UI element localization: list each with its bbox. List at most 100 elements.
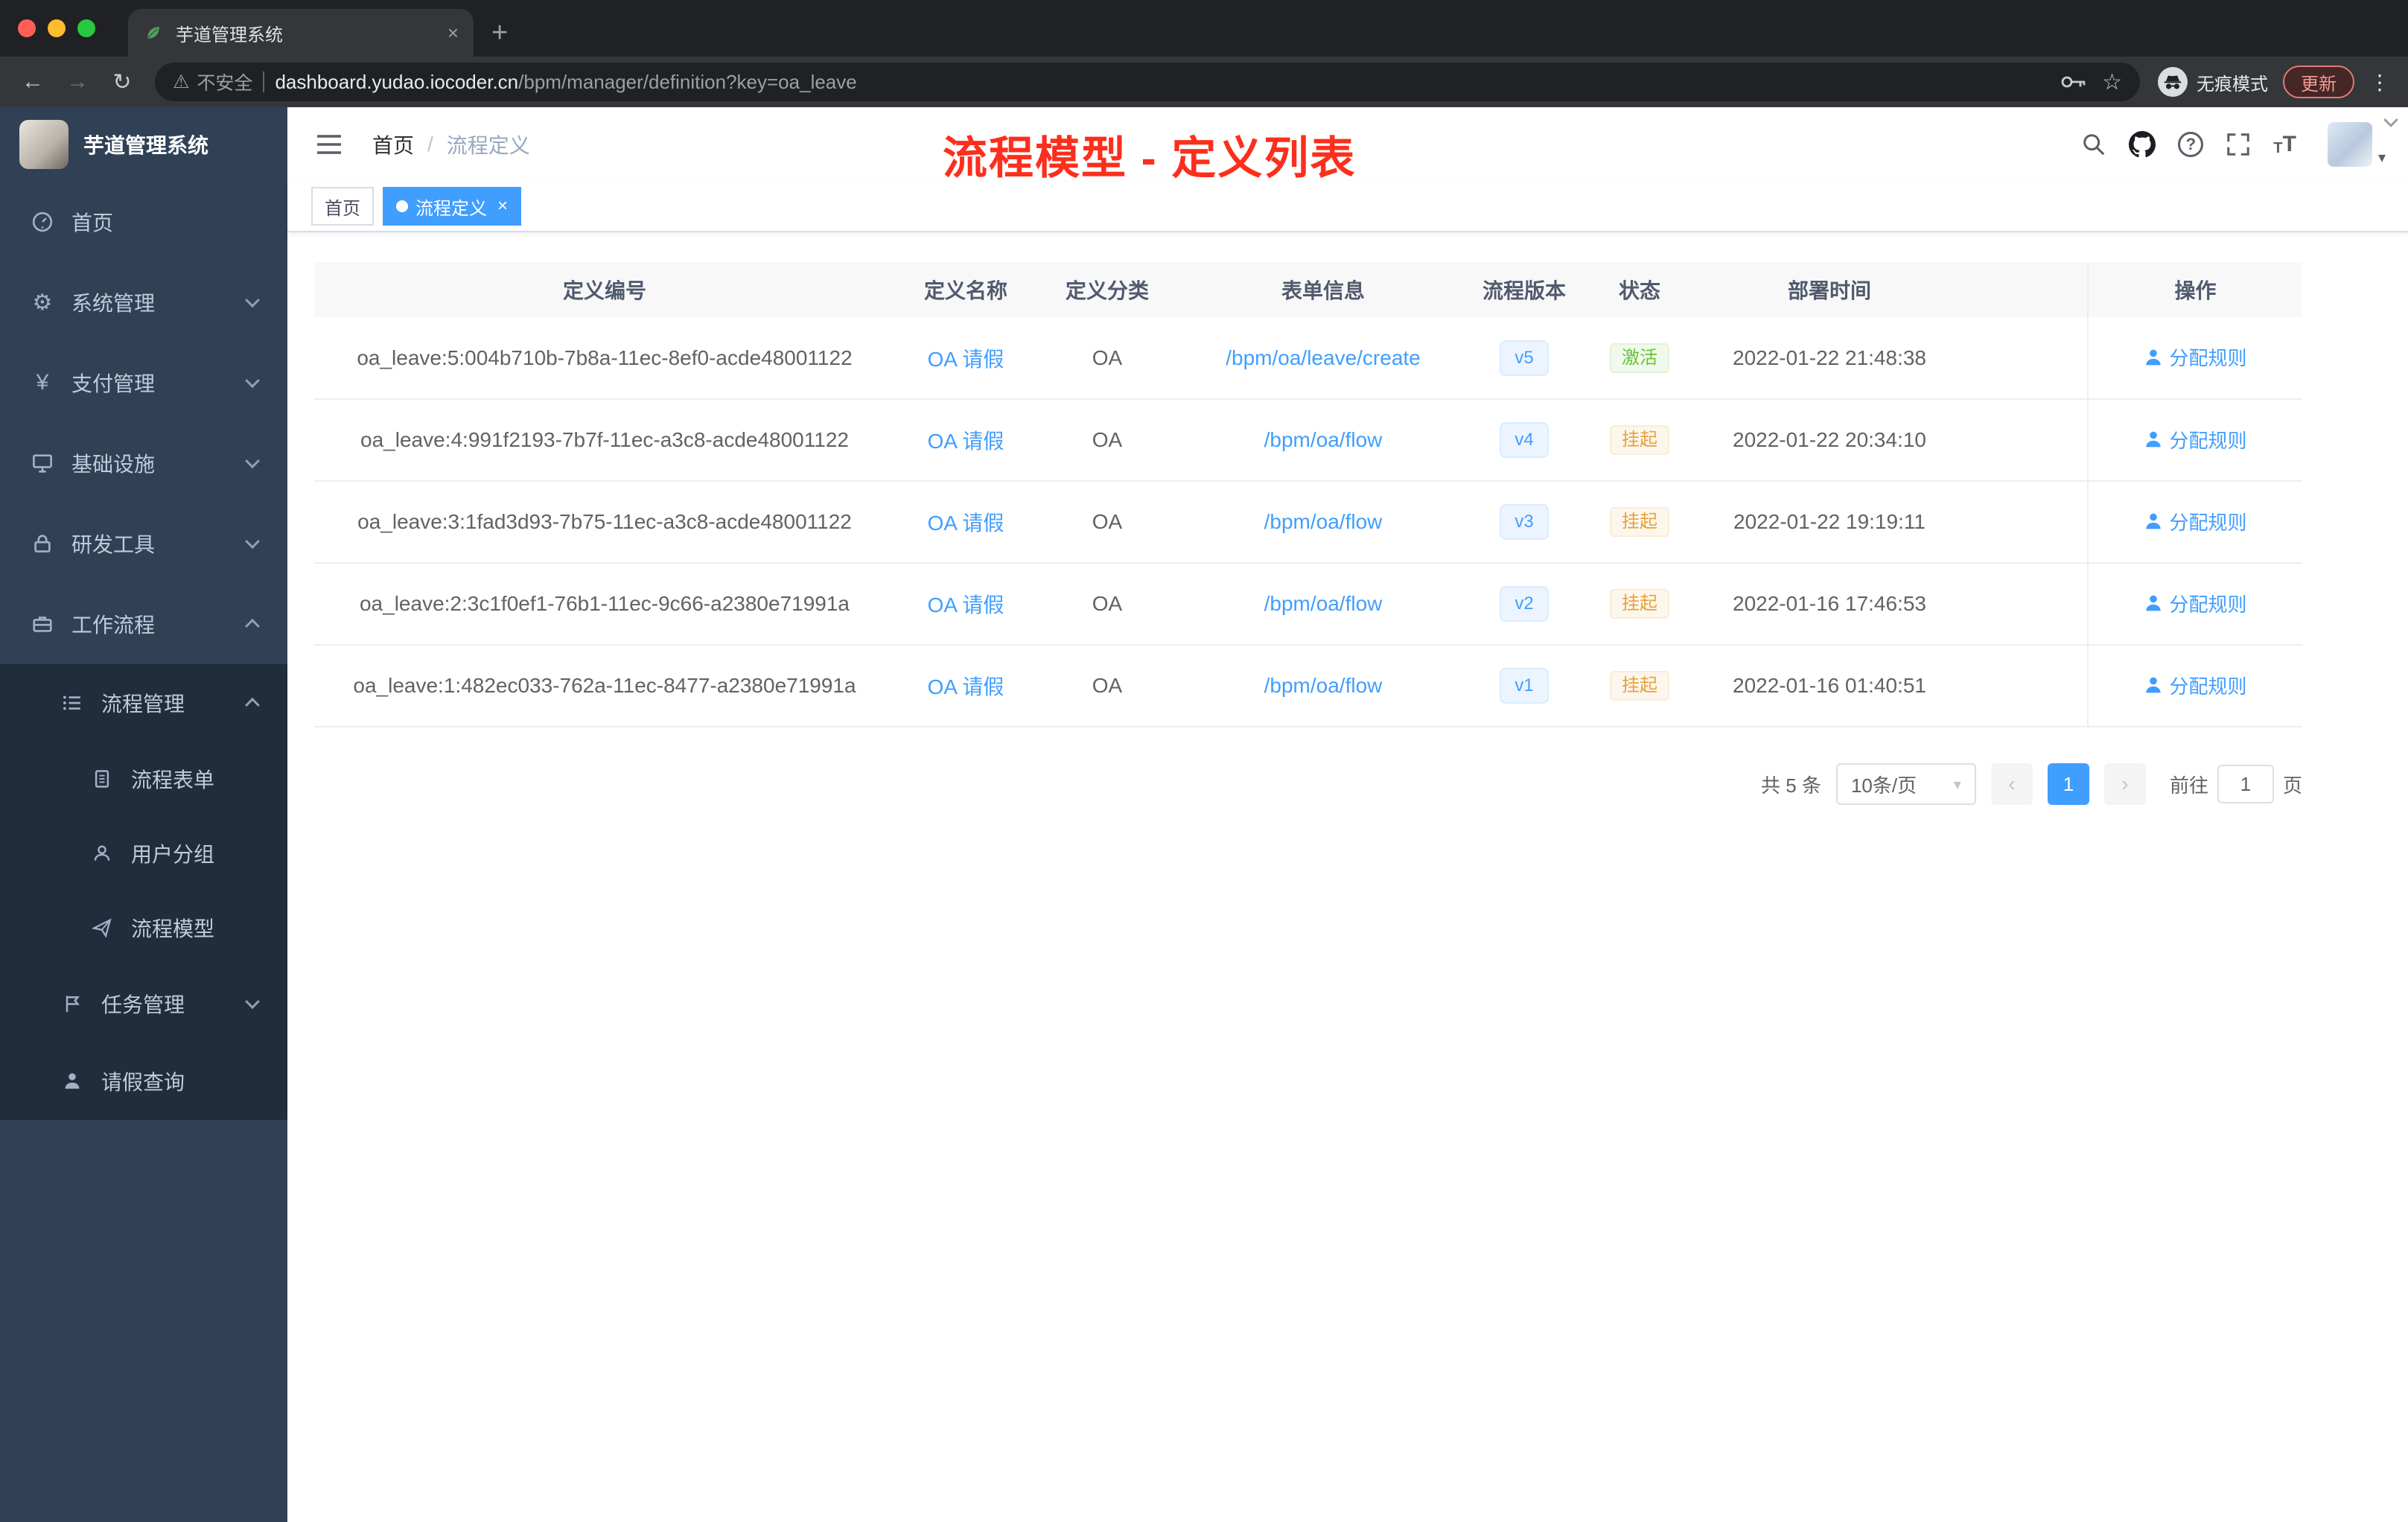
col-actions: 操作 [2087,262,2302,317]
definition-name-link[interactable]: OA 请假 [928,675,1004,698]
sidebar-item-process-management[interactable]: 流程管理 [0,664,287,742]
definition-name-link[interactable]: OA 请假 [928,512,1004,535]
tag-process-definition[interactable]: 流程定义 × [383,187,522,226]
tag-home[interactable]: 首页 [311,187,374,226]
sidebar-item-label: 流程表单 [131,768,215,792]
sidebar-item-devtools[interactable]: 研发工具 [0,503,287,584]
user-menu[interactable]: ▾ [2327,122,2386,167]
sidebar-item-task-management[interactable]: 任务管理 [0,965,287,1042]
navbar-actions: ? TT ▾ [2081,122,2386,167]
definition-name-link[interactable]: OA 请假 [928,430,1004,453]
avatar[interactable] [2327,122,2372,167]
app-logo-row[interactable]: 芋道管理系统 [0,107,287,182]
sidebar-item-label: 支付管理 [71,372,156,395]
font-size-icon[interactable]: TT [2273,132,2296,157]
form-info-link[interactable]: /bpm/oa/flow [1264,674,1383,697]
deploy-time: 2022-01-22 21:48:38 [1699,317,1960,400]
definition-id: oa_leave:1:482ec033-762a-11ec-8477-a2380… [314,645,895,727]
total-count: 共 5 条 [1761,774,1821,797]
reload-icon[interactable]: ↻ [101,61,143,103]
forward-icon[interactable]: → [57,61,98,103]
sidebar-item-home[interactable]: 首页 [0,182,287,262]
form-info-link[interactable]: /bpm/oa/flow [1264,592,1383,615]
browser-menu-icon[interactable]: ⋮ [2363,70,2396,95]
sidebar-item-label: 任务管理 [101,993,185,1016]
sidebar-item-user-group[interactable]: 用户分组 [0,816,287,891]
assign-rule-button[interactable]: 分配规则 [2144,672,2247,699]
sidebar-item-payment[interactable]: ¥ 支付管理 [0,343,287,423]
definition-category: OA [1036,481,1178,564]
person-icon [2146,677,2162,693]
incognito-label: 无痕模式 [2197,74,2268,95]
next-page-button[interactable]: › [2103,763,2146,805]
assign-rule-button[interactable]: 分配规则 [2144,508,2247,535]
person-icon [2146,513,2162,529]
chevron-down-icon [245,534,260,550]
tab-strip: 芋道管理系统 × + [0,0,2408,57]
app-title: 芋道管理系统 [83,134,209,157]
fullscreen-icon[interactable] [2226,132,2251,157]
person-icon [60,1071,85,1092]
dashboard-icon [30,211,55,233]
sidebar-item-infrastructure[interactable]: 基础设施 [0,423,287,503]
minimize-window-button[interactable] [48,19,66,37]
sidebar-item-system[interactable]: ⚙ 系统管理 [0,262,287,343]
form-info-link[interactable]: /bpm/oa/flow [1264,510,1383,533]
definition-id: oa_leave:2:3c1f0ef1-76b1-11ec-9c66-a2380… [314,563,895,646]
assign-rule-button[interactable]: 分配规则 [2144,426,2247,453]
flag-icon [60,993,85,1014]
zoom-window-button[interactable] [77,19,95,37]
close-window-button[interactable] [18,19,36,37]
url-text: dashboard.yudao.iocoder.cn/bpm/manager/d… [275,71,856,94]
browser-tab[interactable]: 芋道管理系统 × [128,9,474,57]
person-icon [2146,595,2162,611]
definition-category: OA [1036,317,1178,400]
sidebar-item-workflow[interactable]: 工作流程 [0,584,287,664]
new-tab-button[interactable]: + [491,17,508,49]
version-badge: v2 [1500,586,1549,622]
gear-icon: ⚙ [32,290,53,315]
deploy-time: 2022-01-22 20:34:10 [1699,399,1960,482]
address-bar[interactable]: ⚠ 不安全 dashboard.yudao.iocoder.cn/bpm/man… [155,63,2140,101]
chevron-up-icon [245,618,260,634]
breadcrumb-home[interactable]: 首页 [372,130,414,159]
back-icon[interactable]: ← [12,61,54,103]
tab-close-icon[interactable]: × [447,22,459,45]
table-row: oa_leave:5:004b710b-7b8a-11ec-8ef0-acde4… [314,317,2302,400]
sidebar-item-label: 流程模型 [131,917,215,940]
tab-favicon-leaf-icon [143,22,164,43]
tag-close-icon[interactable]: × [497,196,508,217]
assign-rule-button[interactable]: 分配规则 [2144,343,2247,371]
lock-icon [30,532,55,555]
sidebar-item-process-form[interactable]: 流程表单 [0,742,287,816]
form-info-link[interactable]: /bpm/oa/leave/create [1226,346,1421,369]
help-icon[interactable]: ? [2178,132,2204,157]
github-icon[interactable] [2129,131,2156,158]
page-size-select[interactable]: 10条/页 ▾ [1835,763,1976,805]
col-filler [1960,262,2088,317]
col-deploy-time: 部署时间 [1699,262,1960,317]
hamburger-icon[interactable] [310,130,348,159]
form-info-link[interactable]: /bpm/oa/flow [1264,428,1383,451]
key-icon[interactable] [2060,73,2087,91]
pagination: 共 5 条 10条/页 ▾ ‹ 1 › 前往 页 [314,763,2302,805]
sidebar-item-process-model[interactable]: 流程模型 [0,891,287,965]
chevron-down-icon [245,373,260,389]
assign-rule-button[interactable]: 分配规则 [2144,590,2247,617]
security-indicator[interactable]: ⚠ 不安全 [173,69,252,95]
page-number-button[interactable]: 1 [2047,763,2089,805]
goto-page-input[interactable] [2217,765,2274,803]
bookmark-star-icon[interactable]: ☆ [2102,69,2122,95]
definition-id: oa_leave:5:004b710b-7b8a-11ec-8ef0-acde4… [314,317,895,400]
update-button[interactable]: 更新 [2283,66,2354,98]
search-icon[interactable] [2081,132,2106,157]
col-status: 状态 [1580,262,1699,317]
prev-page-button[interactable]: ‹ [1990,763,2033,805]
url-divider [263,71,265,92]
chevron-down-icon [245,453,260,469]
definition-name-link[interactable]: OA 请假 [928,348,1004,371]
browser-window: 芋道管理系统 × + ← → ↻ ⚠ 不安全 dashboard.yudao.i… [0,0,2408,107]
sidebar-item-leave-query[interactable]: 请假查询 [0,1042,287,1120]
definition-name-link[interactable]: OA 请假 [928,593,1004,617]
workflow-submenu: 流程管理 流程表单 用户分组 流程模型 任务管理 请假查询 [0,664,287,1120]
